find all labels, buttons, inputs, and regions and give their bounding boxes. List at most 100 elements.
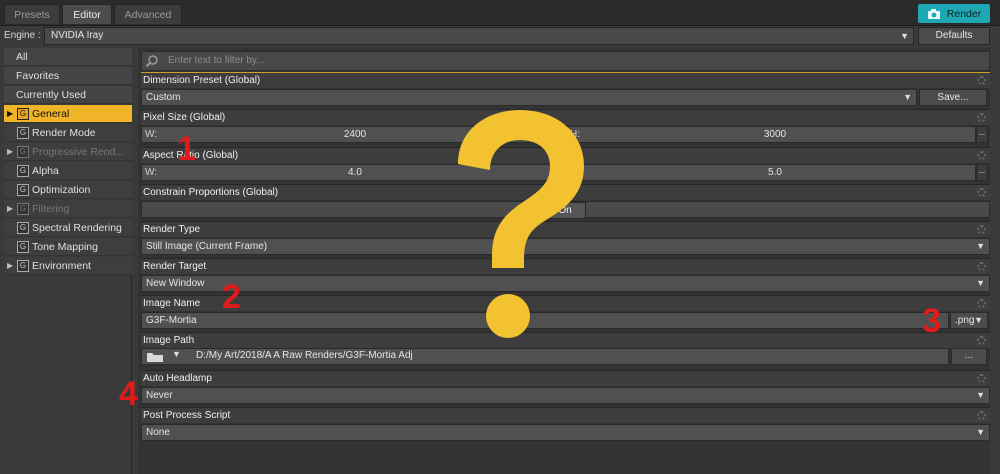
setting-label: Dimension Preset (Global) — [143, 75, 261, 86]
sidebar-item-all[interactable]: All — [4, 48, 132, 66]
gear-icon[interactable] — [977, 76, 986, 85]
gear-icon[interactable] — [977, 374, 986, 383]
post-process-value: None — [146, 427, 170, 438]
engine-label: Engine : — [4, 30, 41, 41]
render-type-value: Still Image (Current Frame) — [146, 241, 268, 252]
expand-arrow-icon[interactable]: ▶ — [7, 105, 13, 123]
pixel-width-value: 2400 — [343, 129, 367, 140]
auto-headlamp-value: Never — [146, 390, 173, 401]
sidebar-item-environment[interactable]: ▶ G Environment — [4, 257, 132, 275]
marker-1: 1 — [177, 130, 196, 168]
sidebar-item-label: Filtering — [32, 203, 70, 215]
setting-label: Image Path — [143, 335, 195, 346]
sidebar-item-label: Favorites — [16, 70, 60, 82]
chevron-down-icon[interactable]: ▼ — [172, 349, 181, 359]
width-label: W: — [145, 167, 158, 178]
sidebar-item-alpha[interactable]: G Alpha — [4, 162, 132, 180]
camera-icon — [927, 8, 940, 19]
group-icon: G — [17, 165, 29, 177]
gear-icon[interactable] — [977, 336, 986, 345]
sidebar-item-label: Environment — [32, 260, 91, 272]
setting-label: Render Target — [143, 261, 207, 272]
render-button[interactable]: Render — [918, 4, 990, 23]
sidebar-item-general[interactable]: ▶ G General — [4, 105, 132, 123]
group-icon: G — [17, 203, 29, 215]
tab-advanced[interactable]: Advanced — [114, 4, 182, 24]
pixel-height-stepper[interactable] — [976, 126, 988, 143]
sidebar-item-currently-used[interactable]: Currently Used — [4, 86, 132, 104]
gear-icon[interactable] — [977, 151, 986, 160]
chevron-down-icon: ▼ — [976, 427, 985, 437]
gear-icon[interactable] — [977, 113, 986, 122]
tab-editor[interactable]: Editor — [62, 4, 112, 24]
tab-presets[interactable]: Presets — [4, 4, 60, 24]
expand-arrow-icon[interactable]: ▶ — [7, 200, 13, 218]
image-format-select[interactable]: .png ▼ — [950, 312, 988, 329]
group-icon: G — [17, 184, 29, 196]
aspect-height-value: 5.0 — [768, 167, 782, 178]
aspect-height-stepper[interactable] — [976, 164, 988, 181]
sidebar-item-label: General — [32, 108, 70, 120]
gear-icon[interactable] — [977, 225, 986, 234]
chevron-down-icon: ▼ — [900, 31, 909, 41]
group-icon: G — [17, 222, 29, 234]
sidebar-item-filtering[interactable]: ▶ G Filtering — [4, 200, 132, 218]
search-icon — [145, 55, 158, 68]
section-post-process-script: Post Process Script — [141, 407, 990, 423]
image-name-value: G3F-Mortia — [146, 315, 197, 326]
chevron-down-icon: ▼ — [903, 92, 912, 102]
setting-label: Post Process Script — [143, 410, 231, 421]
chevron-down-icon: ▼ — [976, 241, 985, 251]
sidebar-item-label: Tone Mapping — [32, 241, 98, 253]
render-target-value: New Window — [146, 278, 205, 289]
group-icon: G — [17, 108, 29, 120]
section-auto-headlamp: Auto Headlamp — [141, 370, 990, 386]
engine-select[interactable]: NVIDIA Iray ▼ — [44, 27, 914, 45]
sidebar-item-label: Alpha — [32, 165, 59, 177]
sidebar-item-label: Optimization — [32, 184, 91, 196]
gear-icon[interactable] — [977, 411, 986, 420]
group-icon: G — [17, 127, 29, 139]
setting-label: Constrain Proportions (Global) — [143, 187, 279, 198]
aspect-width-value: 4.0 — [348, 167, 362, 178]
auto-headlamp-select[interactable]: Never ▼ — [141, 387, 990, 404]
marker-2: 2 — [222, 278, 241, 316]
save-preset-button[interactable]: Save... — [919, 89, 987, 106]
group-icon: G — [17, 260, 29, 272]
marker-4: 4 — [119, 375, 138, 413]
section-dimension-preset: Dimension Preset (Global) — [141, 72, 990, 88]
filter-input[interactable]: Enter text to filter by... — [168, 55, 265, 66]
width-label: W: — [145, 129, 158, 140]
expand-arrow-icon[interactable]: ▶ — [7, 257, 13, 275]
image-path-value: D:/My Art/2018/A A Raw Renders/G3F-Morti… — [196, 350, 413, 361]
sidebar-item-optimization[interactable]: G Optimization — [4, 181, 132, 199]
chevron-down-icon: ▼ — [976, 278, 985, 288]
sidebar-item-progressive-rendering[interactable]: ▶ G Progressive Rend... — [4, 143, 132, 161]
sidebar-item-favorites[interactable]: Favorites — [4, 67, 132, 85]
expand-arrow-icon[interactable]: ▶ — [7, 143, 13, 161]
gear-icon[interactable] — [977, 299, 986, 308]
filter-bar[interactable] — [141, 51, 990, 71]
setting-label: Render Type — [143, 224, 201, 235]
setting-label: Auto Headlamp — [143, 373, 212, 384]
group-icon: G — [17, 146, 29, 158]
sidebar-item-label: Progressive Rend... — [32, 146, 125, 158]
gear-icon[interactable] — [977, 188, 986, 197]
folder-icon[interactable] — [142, 348, 168, 365]
gear-icon[interactable] — [977, 262, 986, 271]
engine-value: NVIDIA Iray — [51, 30, 104, 41]
sidebar-item-render-mode[interactable]: G Render Mode — [4, 124, 132, 142]
sidebar-item-spectral-rendering[interactable]: G Spectral Rendering — [4, 219, 132, 237]
chevron-down-icon: ▼ — [974, 315, 983, 325]
sidebar-item-tone-mapping[interactable]: G Tone Mapping — [4, 238, 132, 256]
defaults-button[interactable]: Defaults — [918, 27, 990, 45]
setting-label: Image Name — [143, 298, 201, 309]
sidebar-item-label: Currently Used — [16, 89, 87, 101]
browse-path-button[interactable]: ... — [951, 348, 987, 365]
post-process-select[interactable]: None ▼ — [141, 424, 990, 441]
image-format-value: .png — [955, 315, 975, 326]
render-button-label: Render — [946, 7, 982, 20]
sidebar-item-label: All — [16, 51, 28, 63]
pixel-height-value: 3000 — [763, 129, 787, 140]
engine-row: Engine : NVIDIA Iray ▼ Defaults — [0, 26, 1000, 46]
